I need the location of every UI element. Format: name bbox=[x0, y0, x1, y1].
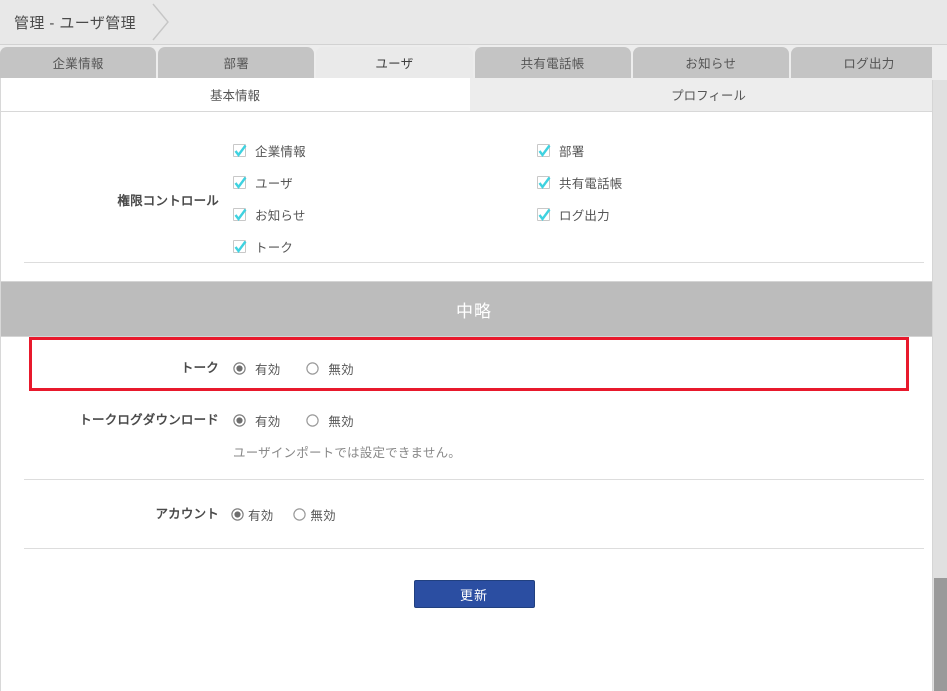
tab-user[interactable]: ユーザ bbox=[316, 47, 473, 78]
section-divider bbox=[24, 262, 924, 263]
tab-label: お知らせ bbox=[685, 57, 737, 71]
checkbox-label: トーク bbox=[255, 240, 294, 255]
update-button[interactable]: 更新 bbox=[413, 580, 535, 608]
tab-label: ユーザ bbox=[375, 57, 414, 71]
radio-option-account-disabled[interactable]: 無効 bbox=[293, 505, 336, 524]
radio-label: 有効 bbox=[255, 414, 281, 429]
tab-department[interactable]: 部署 bbox=[158, 47, 315, 78]
subtab-label: 基本情報 bbox=[209, 89, 260, 103]
setting-field: 有効 無効 ユーザインポートでは設定できません。 bbox=[219, 411, 947, 461]
checkbox-checked-icon[interactable] bbox=[233, 207, 247, 221]
checkbox-checked-icon[interactable] bbox=[233, 239, 247, 253]
checkbox-checked-icon[interactable] bbox=[233, 143, 247, 157]
admin-user-management-page: 管理 - ユーザ管理 企業情報 部署 ユーザ 共有電話帳 お知らせ ログ出力 基… bbox=[0, 0, 947, 691]
omitted-label: 中略 bbox=[456, 301, 492, 321]
tab-label: 企業情報 bbox=[52, 57, 104, 71]
radio-label: 無効 bbox=[328, 414, 354, 429]
tab-notices[interactable]: お知らせ bbox=[632, 47, 789, 78]
radio-option-talk-log-enabled[interactable]: 有効 bbox=[233, 411, 280, 430]
radio-label: 無効 bbox=[328, 362, 354, 377]
chevron-right-icon bbox=[150, 0, 172, 44]
checkbox-label: 共有電話帳 bbox=[559, 176, 623, 191]
radio-label: 有効 bbox=[248, 508, 274, 523]
setting-label: トーク bbox=[180, 361, 219, 375]
permission-control-section: 権限コントロール 企業情報 ユーザ お知らせ トーク 部署 共有電話帳 ログ出力 bbox=[1, 112, 947, 281]
subtab-label: プロフィール bbox=[671, 89, 746, 103]
checkbox-item-log-export[interactable]: ログ出力 bbox=[537, 198, 623, 230]
scrollbar-thumb[interactable] bbox=[934, 578, 947, 691]
main-tab-bar: 企業情報 部署 ユーザ 共有電話帳 お知らせ ログ出力 bbox=[0, 45, 947, 78]
setting-row-account-block: アカウント 有効 無効 bbox=[1, 480, 947, 549]
setting-note: ユーザインポートでは設定できません。 bbox=[233, 446, 461, 460]
checkbox-label: ログ出力 bbox=[559, 208, 610, 223]
checkbox-label: 企業情報 bbox=[255, 144, 306, 159]
footer-actions: 更新 bbox=[1, 549, 947, 608]
checkbox-item-user[interactable]: ユーザ bbox=[233, 166, 537, 198]
radio-option-talk-enabled[interactable]: 有効 bbox=[233, 359, 280, 378]
checkbox-checked-icon[interactable] bbox=[537, 207, 551, 221]
vertical-scrollbar[interactable] bbox=[932, 80, 947, 691]
permission-right-column: 部署 共有電話帳 ログ出力 bbox=[537, 134, 623, 262]
omitted-content-band: 中略 bbox=[1, 281, 947, 337]
setting-field: 有効 無効 bbox=[219, 505, 947, 523]
radio-option-account-enabled[interactable]: 有効 bbox=[231, 505, 273, 524]
radio-label: 無効 bbox=[310, 508, 336, 523]
checkbox-item-department[interactable]: 部署 bbox=[537, 134, 623, 166]
setting-field: 有効 無効 bbox=[219, 359, 947, 377]
radio-selected-icon[interactable] bbox=[233, 361, 246, 375]
checkbox-label: ユーザ bbox=[255, 176, 293, 191]
setting-row-talk-log-download: トークログダウンロード 有効 無効 ユーザインポートでは設定できません。 bbox=[1, 405, 947, 479]
permission-left-column: 企業情報 ユーザ お知らせ トーク bbox=[233, 134, 537, 262]
breadcrumb: 管理 - ユーザ管理 bbox=[14, 14, 137, 32]
sub-tab-bar: 基本情報 プロフィール bbox=[0, 78, 947, 112]
tab-label: 共有電話帳 bbox=[520, 57, 585, 71]
tab-label: ログ出力 bbox=[843, 57, 895, 71]
checkbox-item-corporate-info[interactable]: 企業情報 bbox=[233, 134, 537, 166]
checkbox-item-notices[interactable]: お知らせ bbox=[233, 198, 537, 230]
tab-shared-phonebook[interactable]: 共有電話帳 bbox=[474, 47, 631, 78]
checkbox-item-talk[interactable]: トーク bbox=[233, 230, 537, 262]
tab-log-export[interactable]: ログ出力 bbox=[790, 47, 947, 78]
setting-label: トークログダウンロード bbox=[79, 413, 219, 427]
update-button-label: 更新 bbox=[459, 587, 488, 603]
tab-corporate-info[interactable]: 企業情報 bbox=[0, 47, 157, 78]
radio-unselected-icon[interactable] bbox=[306, 361, 320, 375]
checkbox-checked-icon[interactable] bbox=[537, 175, 551, 189]
subtab-basic-info[interactable]: 基本情報 bbox=[0, 78, 470, 111]
checkbox-label: お知らせ bbox=[255, 208, 306, 223]
permission-control-label: 権限コントロール bbox=[117, 194, 219, 208]
scrollbar-top-gap bbox=[932, 45, 947, 80]
setting-row-talk: トーク 有効 無効 bbox=[1, 345, 947, 391]
radio-unselected-icon[interactable] bbox=[306, 413, 320, 427]
setting-row-talk-block: トーク 有効 無効 bbox=[1, 337, 947, 391]
content-left-border bbox=[0, 78, 1, 691]
setting-row-talk-log-download-block: トークログダウンロード 有効 無効 ユーザインポートでは設定できません。 bbox=[1, 391, 947, 480]
radio-label: 有効 bbox=[255, 362, 281, 377]
checkbox-checked-icon[interactable] bbox=[233, 175, 247, 189]
checkbox-item-shared-phonebook[interactable]: 共有電話帳 bbox=[537, 166, 623, 198]
radio-unselected-icon[interactable] bbox=[293, 507, 307, 521]
subtab-profile[interactable]: プロフィール bbox=[470, 78, 947, 111]
setting-label: アカウント bbox=[155, 507, 219, 521]
radio-selected-icon[interactable] bbox=[233, 413, 246, 427]
setting-row-account: アカウント 有効 無効 bbox=[1, 480, 947, 548]
checkbox-checked-icon[interactable] bbox=[537, 143, 551, 157]
breadcrumb-bar: 管理 - ユーザ管理 bbox=[0, 0, 947, 45]
radio-selected-icon[interactable] bbox=[231, 507, 244, 521]
radio-option-talk-log-disabled[interactable]: 無効 bbox=[306, 411, 354, 430]
section-divider bbox=[24, 548, 924, 549]
checkbox-label: 部署 bbox=[559, 144, 585, 159]
content-area: 権限コントロール 企業情報 ユーザ お知らせ トーク 部署 共有電話帳 ログ出力… bbox=[0, 112, 947, 608]
radio-option-talk-disabled[interactable]: 無効 bbox=[306, 359, 354, 378]
tab-label: 部署 bbox=[223, 57, 250, 71]
